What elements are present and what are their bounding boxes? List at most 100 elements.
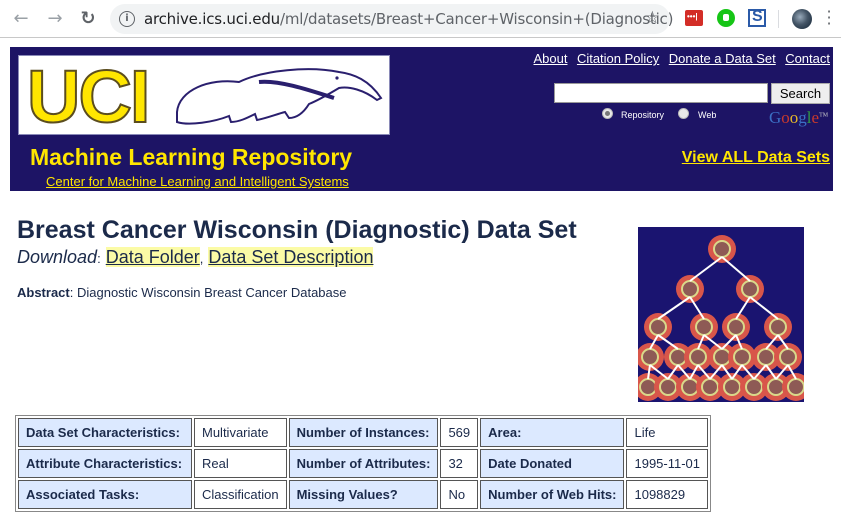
- table-row: Associated Tasks: Classification Missing V…: [18, 480, 709, 509]
- link-separator: ,: [199, 251, 204, 266]
- cell-nucleus: [689, 348, 707, 366]
- table-key-cell: Number of Instances:: [288, 418, 439, 447]
- arrow-right-icon[interactable]: →: [44, 8, 66, 30]
- table-value-cell: Life: [626, 418, 709, 447]
- cell-nucleus: [727, 318, 745, 336]
- address-bar[interactable]: i archive.ics.uci.edu/ml/datasets/Breast…: [110, 4, 673, 34]
- download-line: Download: Data Folder, Data Set Descript…: [17, 247, 374, 268]
- table-value-cell: 1995-11-01: [626, 449, 709, 478]
- table-value-cell: No: [440, 480, 479, 509]
- table-key-cell: Missing Values?: [288, 480, 439, 509]
- division-arrow: [721, 256, 751, 282]
- cell-nucleus: [641, 348, 659, 366]
- cml-link[interactable]: Center for Machine Learning and Intellig…: [46, 174, 349, 189]
- table-value-cell: Multivariate: [194, 418, 287, 447]
- cell-nucleus: [767, 378, 785, 396]
- google-letter: g: [798, 108, 807, 127]
- cell-nucleus: [769, 318, 787, 336]
- uci-logo-text: UCI: [26, 54, 151, 139]
- download-label: Download: [17, 247, 98, 267]
- cell-nucleus: [681, 378, 699, 396]
- url-text[interactable]: archive.ics.uci.edu/ml/datasets/Breast+C…: [144, 10, 673, 28]
- table-row: Attribute Characteristics: Real Number of …: [18, 449, 709, 478]
- table-value-cell: Real: [194, 449, 287, 478]
- cell-nucleus: [779, 348, 797, 366]
- dataset-title: Breast Cancer Wisconsin (Diagnostic) Dat…: [17, 216, 577, 244]
- repository-radio[interactable]: [602, 108, 613, 119]
- anteater-icon: [176, 68, 383, 125]
- abstract: Abstract: Diagnostic Wisconsin Breast Ca…: [17, 285, 346, 300]
- url-path: /ml/datasets/Breast+Cancer+Wisconsin+(Di…: [279, 10, 674, 28]
- s-icon[interactable]: [748, 8, 766, 27]
- table-key-cell: Associated Tasks:: [18, 480, 192, 509]
- repository-title: Machine Learning Repository: [30, 144, 353, 170]
- donate-link[interactable]: Donate a Data Set: [669, 51, 776, 66]
- top-nav: About Citation Policy Donate a Data Set …: [529, 50, 831, 68]
- header-banner: UCI Machine Learning Repository Center f…: [10, 47, 833, 191]
- division-arrow: [657, 334, 679, 350]
- cell-division-diagram: [638, 235, 804, 401]
- table-value-cell: Classification: [194, 480, 287, 509]
- google-logo: GoogleTM: [769, 108, 828, 128]
- abstract-label: Abstract: [17, 285, 70, 300]
- cell-nucleus: [757, 348, 775, 366]
- cell-nucleus: [669, 348, 687, 366]
- star-icon[interactable]: ☆: [645, 8, 660, 28]
- about-link[interactable]: About: [534, 51, 568, 66]
- search-input[interactable]: [554, 83, 768, 103]
- green-thumb-icon[interactable]: [717, 9, 735, 27]
- url-host: archive.ics.uci.edu: [144, 10, 280, 28]
- lastpass-icon[interactable]: [685, 10, 703, 26]
- cell-nucleus: [659, 378, 677, 396]
- google-letter: o: [789, 108, 799, 127]
- cell-nucleus: [745, 378, 763, 396]
- table-row: Data Set Characteristics: Multivariate Num…: [18, 418, 709, 447]
- reload-icon[interactable]: ↻: [77, 8, 99, 30]
- division-arrow: [749, 296, 779, 320]
- uci-logo[interactable]: UCI: [18, 54, 390, 139]
- cell-nucleus: [741, 280, 759, 298]
- cell-nucleus: [681, 280, 699, 298]
- browser-toolbar: ← → ↻ i archive.ics.uci.edu/ml/datasets/…: [0, 0, 841, 38]
- cell-nucleus: [649, 318, 667, 336]
- table-key-cell: Date Donated: [480, 449, 625, 478]
- dataset-image: [638, 227, 804, 402]
- dataset-characteristics-table: Data Set Characteristics: Multivariate Num…: [15, 415, 712, 512]
- web-radio[interactable]: [678, 108, 689, 119]
- division-arrow: [657, 296, 691, 320]
- data-folder-link[interactable]: Data Folder: [105, 247, 200, 267]
- dataset-description-link[interactable]: Data Set Description: [208, 247, 374, 267]
- cell-nucleus: [723, 378, 741, 396]
- cell-nucleus: [713, 240, 731, 258]
- citation-policy-link[interactable]: Citation Policy: [577, 51, 659, 66]
- arrow-left-icon[interactable]: ←: [10, 8, 32, 30]
- table-key-cell: Area:: [480, 418, 625, 447]
- menu-dots-icon[interactable]: · · ·: [826, 4, 832, 32]
- contact-link[interactable]: Contact: [785, 51, 830, 66]
- google-letter: o: [781, 108, 790, 127]
- repository-radio-label: Repository: [621, 110, 665, 120]
- google-letter: e: [811, 108, 820, 127]
- search-button[interactable]: Search: [771, 83, 830, 104]
- cell-nucleus: [701, 378, 719, 396]
- info-icon[interactable]: i: [119, 11, 135, 27]
- google-tm: TM: [819, 112, 829, 119]
- cell-nucleus: [713, 348, 731, 366]
- cell-nucleus: [733, 348, 751, 366]
- view-all-datasets-link[interactable]: View ALL Data Sets: [682, 149, 830, 167]
- table-value-cell: 569: [440, 418, 479, 447]
- cell-nucleus: [787, 378, 804, 396]
- download-colon: :: [97, 251, 101, 266]
- cell-nucleus: [639, 378, 657, 396]
- cell-nucleus: [695, 318, 713, 336]
- division-arrow: [689, 256, 723, 282]
- table-value-cell: 32: [440, 449, 479, 478]
- google-letter: G: [769, 108, 782, 127]
- table-value-cell: 1098829: [626, 480, 709, 509]
- table-key-cell: Number of Attributes:: [288, 449, 439, 478]
- globe-avatar-icon[interactable]: [792, 9, 812, 29]
- table-key-cell: Number of Web Hits:: [480, 480, 625, 509]
- toolbar-divider: [778, 10, 779, 28]
- table-key-cell: Attribute Characteristics:: [18, 449, 192, 478]
- abstract-text: : Diagnostic Wisconsin Breast Cancer Dat…: [69, 285, 347, 300]
